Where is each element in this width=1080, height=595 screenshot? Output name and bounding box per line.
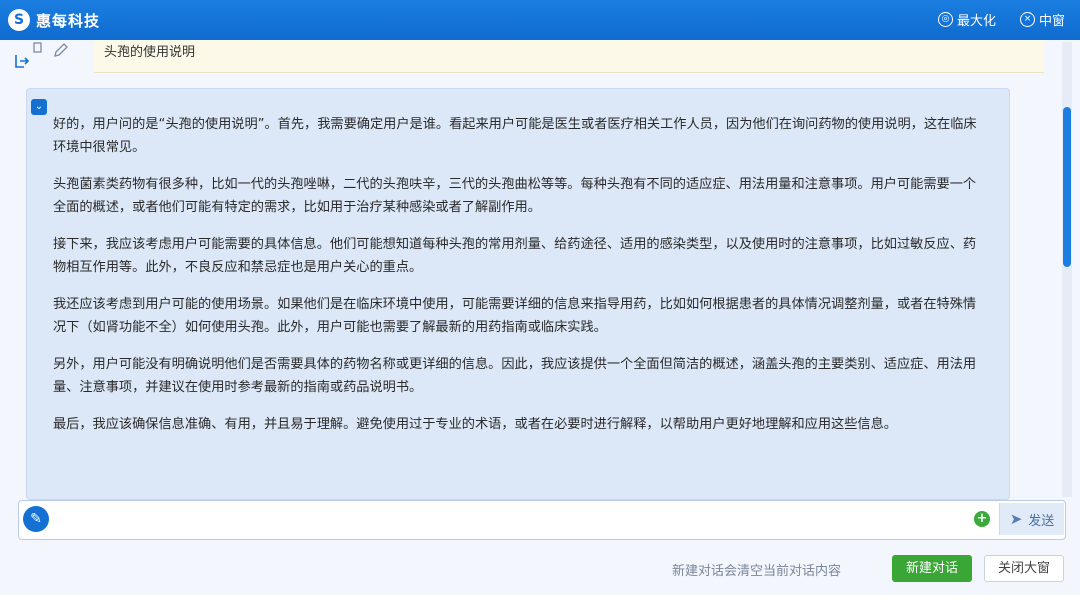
chevron-down-icon[interactable]: ⌄	[31, 99, 47, 115]
close-circle-icon: ×	[1020, 12, 1035, 27]
send-label: 发送	[1028, 513, 1055, 529]
answer-paragraph: 头孢菌素类药物有很多种，比如一代的头孢唑啉，二代的头孢呋辛，三代的头孢曲松等等。…	[53, 177, 977, 215]
send-button[interactable]: ➤ 发送	[999, 503, 1064, 535]
question-text: 头孢的使用说明	[104, 45, 196, 60]
maximize-button[interactable]: ◎ 最大化	[938, 10, 996, 29]
edit-icon[interactable]	[54, 43, 68, 57]
new-chat-hint: 新建对话会清空当前对话内容	[672, 564, 842, 579]
answer-paragraph: 接下来，我应该考虑用户可能需要的具体信息。他们可能想知道每种头孢的常用剂量、给药…	[53, 237, 977, 275]
answer-paragraph: 我还应该考虑到用户可能的使用场景。如果他们是在临床环境中使用，可能需要详细的信息…	[53, 297, 977, 335]
scrollbar-thumb[interactable]	[1063, 107, 1071, 267]
assistant-avatar-icon: ✎	[23, 506, 49, 532]
message-input-row: ✎ + ➤ 发送	[18, 500, 1066, 540]
close-large-window-button[interactable]: 关闭大窗	[984, 555, 1064, 582]
titlebar: S 惠每科技 ◎ 最大化 × 中窗	[0, 0, 1080, 40]
answer-paragraph: 最后，我应该确保信息准确、有用，并且易于理解。避免使用过于专业的术语，或者在必要…	[53, 417, 897, 432]
exit-icon[interactable]	[15, 55, 30, 68]
logo-icon: S	[8, 9, 30, 31]
answer-paragraph: 另外，用户可能没有明确说明他们是否需要具体的药物名称或更详细的信息。因此，我应该…	[53, 357, 977, 395]
maximize-label: 最大化	[957, 14, 997, 29]
new-chat-button[interactable]: 新建对话	[892, 555, 972, 582]
message-input[interactable]	[59, 507, 943, 533]
medium-window-button[interactable]: × 中窗	[1020, 10, 1065, 29]
medium-window-label: 中窗	[1039, 14, 1066, 29]
scrollbar[interactable]	[1062, 42, 1072, 497]
maximize-icon: ◎	[938, 12, 953, 27]
answer-paragraph: 好的，用户问的是“头孢的使用说明”。首先，我需要确定用户是谁。看起来用户可能是医…	[53, 117, 977, 155]
left-toolbar-icons	[15, 42, 68, 68]
brand-logo: S 惠每科技	[8, 9, 100, 31]
answer-text: 好的，用户问的是“头孢的使用说明”。首先，我需要确定用户是谁。看起来用户可能是医…	[53, 113, 988, 450]
brand-name: 惠每科技	[36, 11, 101, 30]
send-icon: ➤	[1009, 510, 1023, 528]
left-toolbar	[12, 40, 72, 78]
doc-icon[interactable]	[33, 42, 42, 53]
add-icon[interactable]: +	[974, 511, 990, 527]
app-window: S 惠每科技 ◎ 最大化 × 中窗 头孢的使用说明 ⌄ 好的，用户问的是“头孢的…	[0, 0, 1080, 595]
question-bubble: 头孢的使用说明	[94, 40, 1044, 73]
answer-panel: ⌄ 好的，用户问的是“头孢的使用说明”。首先，我需要确定用户是谁。看起来用户可能…	[26, 88, 1010, 500]
